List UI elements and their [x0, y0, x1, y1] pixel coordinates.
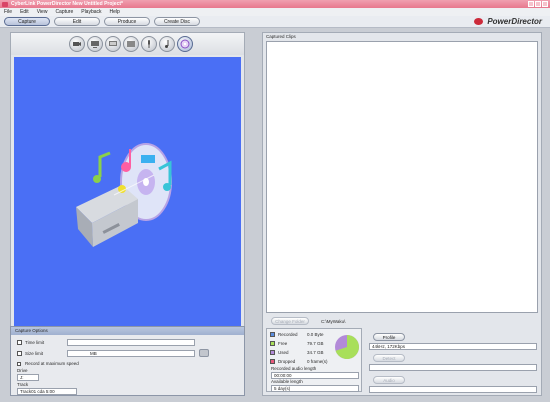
close-button[interactable] — [542, 1, 548, 7]
time-limit-input[interactable] — [67, 339, 195, 346]
used-value: 34.7 GB — [307, 350, 324, 355]
drive-select[interactable]: J: — [17, 374, 39, 381]
digital-tv-icon[interactable] — [105, 36, 121, 52]
detect-field — [369, 364, 537, 371]
maximize-button[interactable] — [535, 1, 541, 7]
profile-button[interactable]: Profile — [373, 333, 405, 341]
dropped-swatch — [270, 359, 275, 364]
brand-logo: PowerDirector — [474, 17, 542, 26]
max-speed-label: Record at maximum speed — [25, 361, 79, 366]
menu-file[interactable]: File — [4, 9, 12, 15]
profile-value-field: 44kHz, 172Kbps — [369, 343, 537, 350]
webcam-icon[interactable] — [123, 36, 139, 52]
capture-options-title: Capture Options — [15, 328, 48, 333]
menu-bar: File Edit View Capture Playback Help — [0, 8, 550, 16]
dv-camcorder-icon[interactable] — [69, 36, 85, 52]
audio-cd-capture-illustration — [76, 143, 172, 247]
capture-mode-bar — [11, 33, 244, 55]
folder-path: C:\MyWaku\ — [321, 319, 346, 324]
size-limit-input[interactable]: MB — [67, 350, 195, 357]
free-swatch — [270, 341, 275, 346]
size-limit-checkbox[interactable] — [17, 351, 22, 356]
change-folder-button[interactable]: Change Folder — [271, 317, 309, 325]
available-length-field: 5 day(s) — [271, 385, 359, 392]
time-limit-label: Time limit — [25, 340, 45, 345]
disk-usage-pie — [335, 335, 359, 359]
disc-icon[interactable] — [177, 36, 193, 52]
recorded-length-value: 00:00:00 — [274, 373, 292, 378]
app-icon — [2, 1, 8, 7]
brand-name: PowerDirector — [487, 17, 542, 26]
size-limit-label: Size limit — [25, 351, 44, 356]
recorded-label: Recorded — [278, 332, 298, 337]
time-limit-checkbox[interactable] — [17, 340, 22, 345]
audio-button[interactable]: Audio — [373, 376, 405, 384]
recorded-value: 0.0 Byte — [307, 332, 324, 337]
cyberlink-logo-icon — [474, 18, 484, 25]
capture-options-panel: Capture Options Time limit Size limit MB… — [10, 326, 245, 396]
free-value: 79.7 GB — [307, 341, 324, 346]
title-bar: CyberLink PowerDirector New Untitled Pro… — [0, 0, 550, 8]
tab-capture[interactable]: Capture — [4, 17, 50, 26]
size-unit: MB — [90, 351, 97, 356]
track-select[interactable]: Track01 cda 5:00 — [17, 388, 77, 395]
detect-button[interactable]: Detect — [373, 354, 405, 362]
menu-help[interactable]: Help — [110, 9, 120, 15]
module-tab-bar: Capture Edit Produce Create Disc — [0, 16, 550, 28]
camera-icon[interactable] — [199, 349, 209, 357]
audio-field — [369, 386, 537, 393]
tv-icon[interactable] — [87, 36, 103, 52]
menu-view[interactable]: View — [37, 9, 48, 15]
tab-produce[interactable]: Produce — [104, 17, 150, 26]
menu-capture[interactable]: Capture — [55, 9, 73, 15]
captured-clips-label: Captured Clips — [266, 34, 296, 39]
drive-value: J: — [20, 375, 24, 380]
tab-create-disc[interactable]: Create Disc — [154, 17, 200, 26]
available-length-value: 5 day(s) — [274, 386, 291, 391]
menu-playback[interactable]: Playback — [81, 9, 101, 15]
track-label: Track — [17, 382, 29, 387]
drive-label: Drive — [17, 368, 28, 373]
available-length-label: Available length — [271, 379, 303, 384]
dropped-value: 0 frame(s) — [307, 359, 328, 364]
disk-info: Recorded 0.0 Byte Free 79.7 GB Used 34.7… — [266, 328, 362, 392]
used-swatch — [270, 350, 275, 355]
recorded-swatch — [270, 332, 275, 337]
max-speed-checkbox[interactable] — [17, 362, 21, 366]
tab-edit[interactable]: Edit — [54, 17, 100, 26]
recorded-length-field: 00:00:00 — [271, 372, 359, 379]
cd-icon[interactable] — [159, 36, 175, 52]
window-title: CyberLink PowerDirector New Untitled Pro… — [11, 1, 123, 7]
minimize-button[interactable] — [528, 1, 534, 7]
recorded-length-label: Recorded audio length — [271, 366, 317, 371]
free-label: Free — [278, 341, 288, 346]
track-value: Track01 cda 5:00 — [20, 389, 55, 394]
captured-clips-panel: Captured Clips Change Folder C:\MyWaku\ … — [262, 32, 542, 396]
dropped-label: Dropped — [278, 359, 296, 364]
capture-options-header: Capture Options — [11, 327, 244, 335]
microphone-icon[interactable] — [141, 36, 157, 52]
profile-value: 44kHz, 172Kbps — [372, 344, 406, 349]
video-preview — [14, 57, 241, 332]
captured-clips-list[interactable] — [266, 41, 538, 313]
menu-edit[interactable]: Edit — [20, 9, 29, 15]
used-label: Used — [278, 350, 289, 355]
